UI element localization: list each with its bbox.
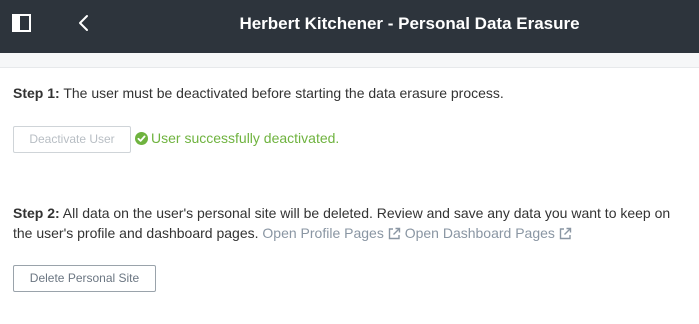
status-text: User successfully deactivated. <box>151 130 340 146</box>
chevron-left-icon <box>79 15 88 31</box>
deactivate-user-button[interactable]: Deactivate User <box>13 126 131 153</box>
profile-link-label: Open Profile Pages <box>262 225 384 241</box>
open-dashboard-pages-link[interactable]: Open Dashboard Pages <box>405 225 572 241</box>
step2-label: Step 2: <box>13 205 60 221</box>
external-link-icon <box>388 227 401 240</box>
page-title: Herbert Kitchener - Personal Data Erasur… <box>239 14 580 33</box>
external-link-icon <box>559 227 572 240</box>
back-button[interactable] <box>76 13 94 33</box>
step1-text: The user must be deactivated before star… <box>59 85 504 101</box>
step1-instructions: Step 1: The user must be deactivated bef… <box>13 83 687 103</box>
dashboard-link-label: Open Dashboard Pages <box>404 225 555 241</box>
app-header: Herbert Kitchener - Personal Data Erasur… <box>0 0 699 53</box>
step2-instructions: Step 2: All data on the user's personal … <box>13 203 687 243</box>
open-profile-pages-link[interactable]: Open Profile Pages <box>262 225 401 241</box>
delete-personal-site-button[interactable]: Delete Personal Site <box>13 265 156 292</box>
deactivation-status: User successfully deactivated. <box>135 128 339 148</box>
check-circle-icon <box>135 131 148 145</box>
step1-label: Step 1: <box>13 85 60 101</box>
sidebar-toggle-icon[interactable] <box>12 14 31 32</box>
header-subbar <box>0 53 699 68</box>
